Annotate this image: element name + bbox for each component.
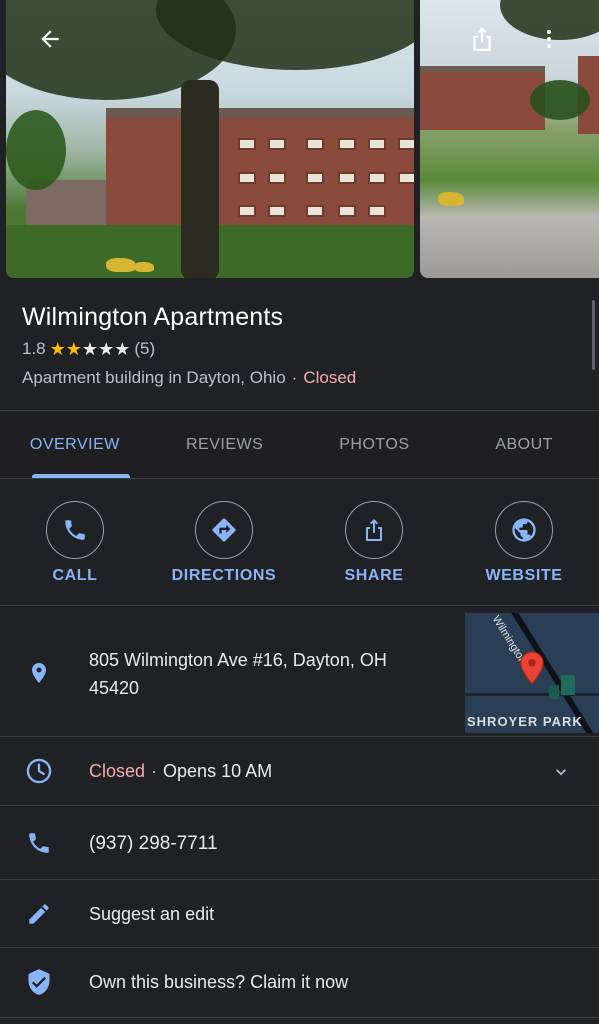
directions-button[interactable]: DIRECTIONS [159, 501, 289, 585]
website-button[interactable]: WEBSITE [459, 501, 589, 585]
call-button[interactable]: CALL [10, 501, 140, 585]
star-icon: ★ [65, 339, 82, 359]
place-title: Wilmington Apartments [22, 303, 284, 331]
phone-icon [65, 520, 85, 540]
directions-circle[interactable] [195, 501, 253, 559]
rating-stars: ★ ★ ★ ★ ★ [50, 340, 131, 358]
tab-photos[interactable]: PHOTOS [300, 411, 450, 478]
phone-row[interactable]: (937) 298-7711 [0, 806, 599, 880]
globe-icon [512, 518, 536, 542]
claim-business-row[interactable]: Own this business? Claim it now [0, 948, 599, 1018]
review-count: (5) [134, 339, 156, 358]
clock-icon [24, 756, 54, 786]
open-status: Closed [303, 368, 357, 387]
directions-icon [212, 518, 236, 542]
star-icon: ★ [114, 339, 131, 359]
star-icon: ★ [81, 339, 99, 359]
share-label: SHARE [344, 567, 404, 584]
phone-icon [24, 828, 54, 858]
map-pin-icon [520, 651, 544, 685]
address-line-2: 45420 [89, 678, 140, 698]
share-icon [366, 519, 382, 541]
share-circle[interactable] [345, 501, 403, 559]
verified-shield-icon [24, 967, 54, 997]
separator-dot: · [291, 368, 298, 387]
place-header: Wilmington Apartments 1.8 ★ ★ ★ ★ ★ (5) Apar… [22, 303, 582, 388]
arrow-back-icon [41, 30, 59, 48]
share-button[interactable]: SHARE [309, 501, 439, 585]
address-text: 805 Wilmington Ave #16, Dayton, OH 45420 [89, 646, 387, 702]
share-icon [473, 27, 491, 51]
star-icon: ★ [49, 339, 66, 359]
action-buttons: CALL DIRECTIONS SHARE WEBSITE [0, 478, 599, 606]
rating-value: 1.8 [22, 339, 46, 358]
place-subline: Apartment building in Dayton, Ohio · Close… [22, 368, 582, 388]
hours-text: Closed · Opens 10 AM [89, 757, 272, 785]
hours-row[interactable]: Closed · Opens 10 AM [0, 737, 599, 806]
call-circle[interactable] [46, 501, 104, 559]
directions-label: DIRECTIONS [171, 567, 277, 584]
website-label: WEBSITE [485, 567, 563, 584]
pencil-icon [24, 899, 54, 929]
tab-reviews[interactable]: REVIEWS [150, 411, 300, 478]
share-top-button[interactable] [465, 22, 499, 56]
location-pin-icon [24, 658, 54, 688]
place-photo-secondary[interactable] [420, 0, 599, 278]
address-line-1: 805 Wilmington Ave #16, Dayton, OH [89, 650, 387, 670]
map-thumbnail[interactable]: Wilmington Ave SHROYER PARK [465, 613, 599, 733]
more-options-button[interactable] [532, 22, 566, 56]
separator-dot: · [151, 761, 158, 781]
tab-about[interactable]: ABOUT [449, 411, 599, 478]
call-label: CALL [52, 567, 98, 584]
claim-business-text: Own this business? Claim it now [89, 972, 349, 992]
map-area-label: SHROYER PARK [467, 714, 583, 729]
expand-hours-button[interactable] [549, 762, 573, 787]
more-vert-icon [547, 30, 551, 48]
hours-opens: Opens 10 AM [163, 761, 273, 781]
photo-carousel[interactable] [0, 0, 599, 285]
place-category: Apartment building in Dayton, Ohio [22, 368, 286, 387]
phone-number: (937) 298-7711 [89, 833, 218, 854]
star-icon: ★ [98, 339, 115, 359]
rating-row[interactable]: 1.8 ★ ★ ★ ★ ★ (5) [22, 339, 582, 359]
suggest-edit-text: Suggest an edit [89, 904, 215, 924]
tab-overview[interactable]: OVERVIEW [0, 411, 150, 478]
scroll-indicator [592, 300, 595, 370]
tab-bar: OVERVIEW REVIEWS PHOTOS ABOUT [0, 410, 599, 478]
chevron-down-icon [556, 769, 566, 776]
website-circle[interactable] [495, 501, 553, 559]
place-photo-main[interactable] [6, 0, 414, 278]
back-button[interactable] [33, 22, 67, 56]
suggest-edit-row[interactable]: Suggest an edit [0, 880, 599, 948]
hours-status: Closed [89, 761, 146, 781]
